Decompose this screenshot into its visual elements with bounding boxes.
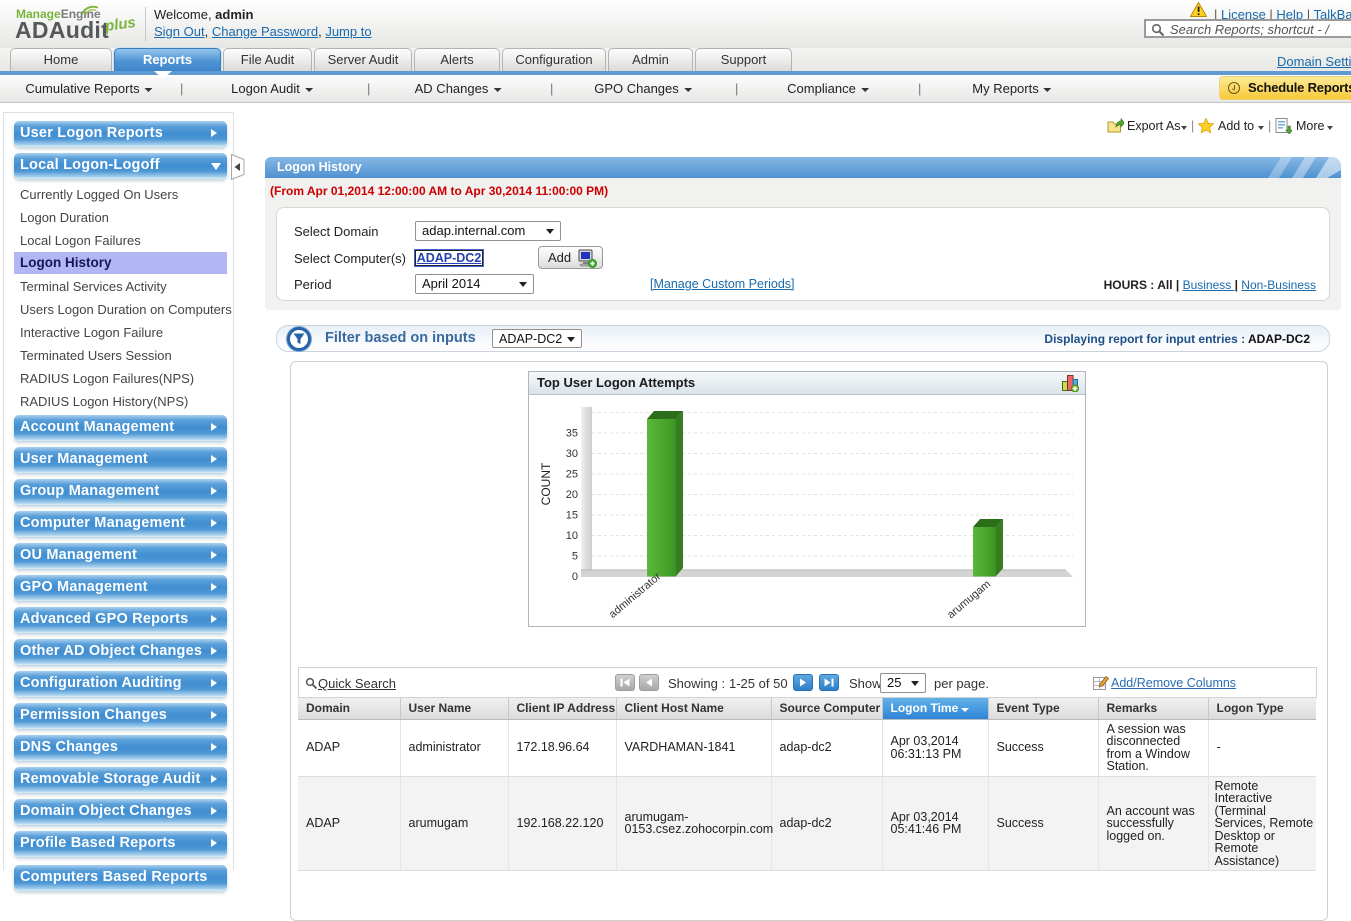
svg-text:administrator: administrator: [607, 570, 664, 620]
svg-text:30: 30: [566, 448, 578, 460]
svg-text:COUNT: COUNT: [539, 462, 553, 505]
svg-text:15: 15: [566, 510, 578, 522]
svg-text:20: 20: [566, 489, 578, 501]
svg-text:0: 0: [572, 571, 578, 583]
svg-text:25: 25: [566, 469, 578, 481]
svg-text:10: 10: [566, 530, 578, 542]
svg-text:35: 35: [566, 428, 578, 440]
svg-text:arumugam: arumugam: [945, 578, 993, 621]
svg-text:5: 5: [572, 551, 578, 563]
